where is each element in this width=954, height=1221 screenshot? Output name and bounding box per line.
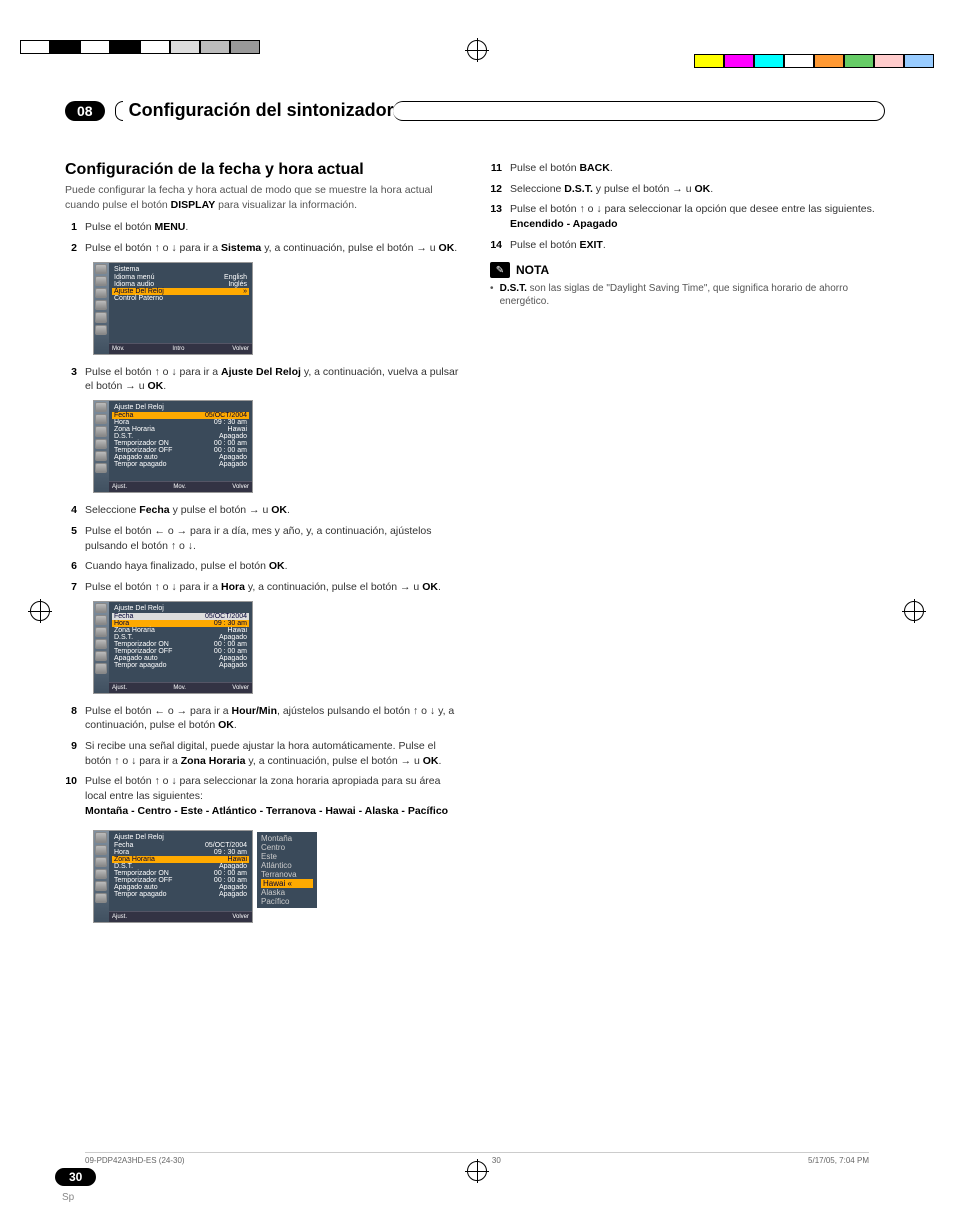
footer-center: 30 bbox=[492, 1156, 501, 1165]
note-body: • D.S.T. son las siglas de "Daylight Sav… bbox=[490, 282, 885, 308]
step-9: 9Si recibe una señal digital, puede ajus… bbox=[65, 739, 460, 768]
step-10: 10Pulse el botón ↑ o ↓ para seleccionar … bbox=[65, 774, 460, 818]
step-5: 5Pulse el botón ← o → para ir a día, mes… bbox=[65, 524, 460, 553]
osd-screenshot-zona-horaria: Ajuste Del Reloj Fecha05/OCT/2004 Hora09… bbox=[93, 830, 253, 923]
page-language: Sp bbox=[62, 1192, 74, 1203]
step-4: 4Seleccione Fecha y pulse el botón → u O… bbox=[65, 503, 460, 518]
steps-list-right: 11Pulse el botón BACK. 12Seleccione D.S.… bbox=[490, 161, 885, 252]
page-content: 08 Configuración del sintonizador Config… bbox=[65, 100, 885, 933]
chapter-number: 08 bbox=[65, 101, 105, 121]
step-3: 3Pulse el botón ↑ o ↓ para ir a Ajuste D… bbox=[65, 365, 460, 394]
step-2: 2Pulse el botón ↑ o ↓ para ir a Sistema … bbox=[65, 241, 460, 256]
page-number-badge: 30 bbox=[55, 1168, 96, 1186]
steps-list-left: 1Pulse el botón MENU. 2Pulse el botón ↑ … bbox=[65, 220, 460, 255]
right-column: 11Pulse el botón BACK. 12Seleccione D.S.… bbox=[490, 161, 885, 933]
note-label: NOTA bbox=[516, 263, 549, 277]
step-8: 8Pulse el botón ← o → para ir a Hour/Min… bbox=[65, 704, 460, 733]
osd-timezone-list: Montaña Centro Este Atlántico Terranova … bbox=[257, 832, 317, 908]
step-1: 1Pulse el botón MENU. bbox=[65, 220, 460, 235]
step-11: 11Pulse el botón BACK. bbox=[490, 161, 885, 176]
note-header: ✎ NOTA bbox=[490, 262, 885, 278]
footer-left: 09-PDP42A3HD-ES (24-30) bbox=[85, 1156, 185, 1165]
step-13: 13Pulse el botón ↑ o ↓ para seleccionar … bbox=[490, 202, 885, 231]
section-title: Configuración de la fecha y hora actual bbox=[65, 161, 460, 179]
chapter-title: Configuración del sintonizador bbox=[129, 100, 394, 121]
registration-mark bbox=[30, 601, 50, 621]
print-footer: 09-PDP42A3HD-ES (24-30) 30 5/17/05, 7:04… bbox=[85, 1152, 869, 1165]
osd-screenshot-reloj-hora: Ajuste Del Reloj Fecha05/OCT/2004 Hora09… bbox=[93, 601, 253, 694]
step-6: 6Cuando haya finalizado, pulse el botón … bbox=[65, 559, 460, 574]
step-7: 7Pulse el botón ↑ o ↓ para ir a Hora y, … bbox=[65, 580, 460, 595]
chapter-header: 08 Configuración del sintonizador bbox=[65, 100, 885, 121]
step-12: 12Seleccione D.S.T. y pulse el botón → u… bbox=[490, 182, 885, 197]
osd-screenshot-reloj-fecha: Ajuste Del Reloj Fecha05/OCT/2004 Hora09… bbox=[93, 400, 253, 493]
left-column: Configuración de la fecha y hora actual … bbox=[65, 161, 460, 933]
pencil-icon: ✎ bbox=[490, 262, 510, 278]
step-14: 14Pulse el botón EXIT. bbox=[490, 238, 885, 253]
footer-right: 5/17/05, 7:04 PM bbox=[808, 1156, 869, 1165]
intro-paragraph: Puede configurar la fecha y hora actual … bbox=[65, 183, 460, 212]
osd-screenshot-sistema: Sistema Idioma menúEnglish Idioma audioI… bbox=[93, 262, 253, 355]
registration-mark bbox=[904, 601, 924, 621]
registration-mark bbox=[467, 40, 487, 60]
